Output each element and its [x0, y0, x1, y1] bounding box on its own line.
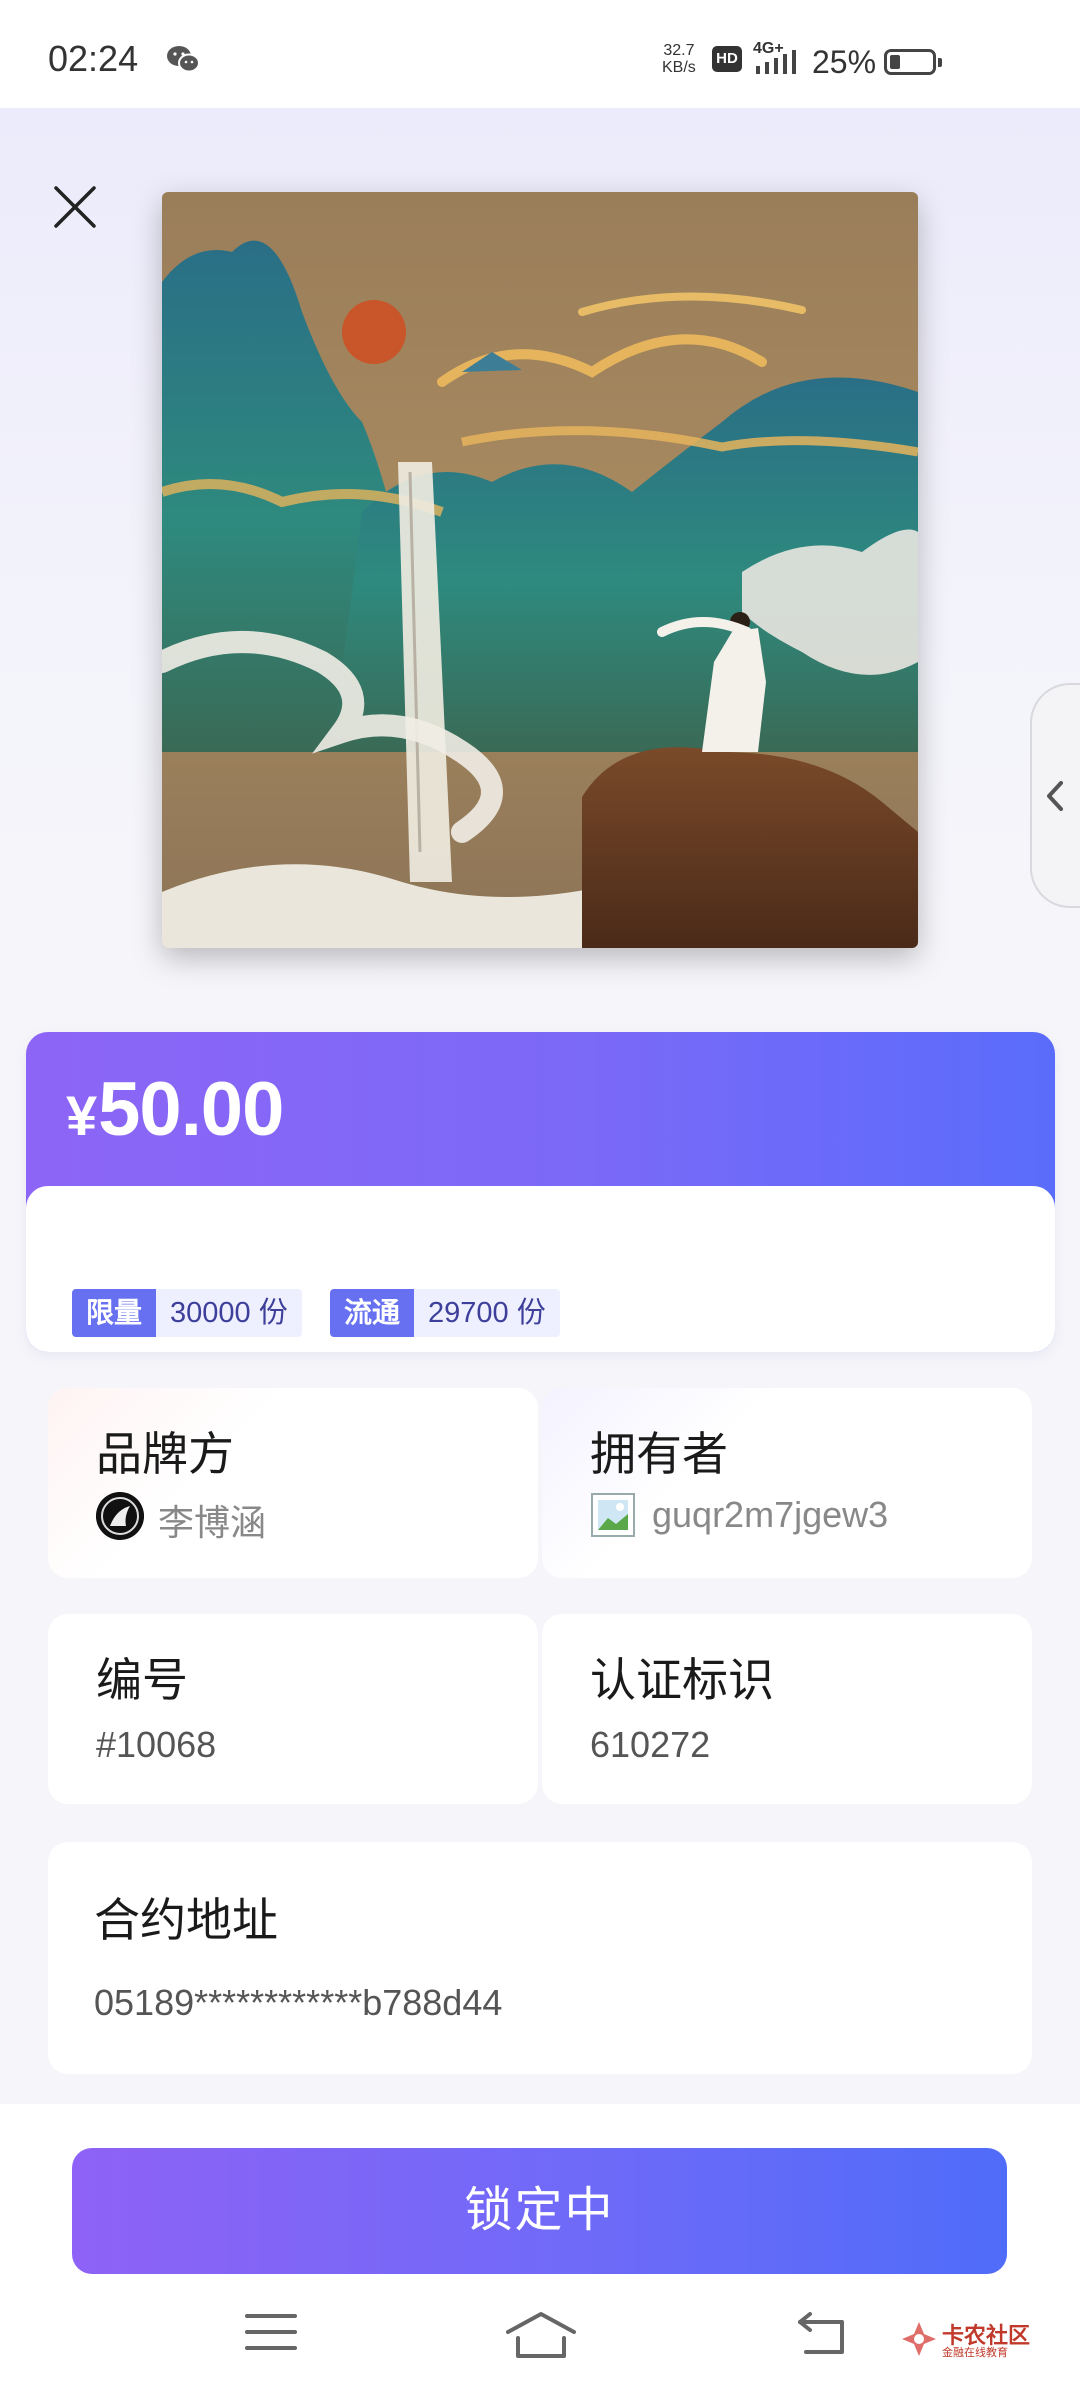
status-time: 02:24 [48, 38, 139, 79]
contract-address[interactable]: 05189************b788d44 [94, 1982, 502, 2024]
brand-avatar [96, 1492, 144, 1540]
artwork-image[interactable] [162, 192, 918, 948]
locked-button[interactable]: 锁定中 [72, 2148, 1007, 2274]
price-amount: 50.00 [98, 1067, 284, 1152]
network-speed-value: 32.7 [663, 42, 695, 59]
circulation-value: 29700 份 [414, 1289, 560, 1337]
limit-value: 30000 份 [156, 1289, 302, 1337]
brand-title: 品牌方 [96, 1428, 234, 1480]
battery-icon [884, 49, 942, 75]
menu-icon[interactable] [244, 2310, 298, 2354]
signal-icon: 4G+ [753, 40, 805, 76]
owner-name: guqr2m7jgew3 [652, 1494, 889, 1535]
brand-name: 李博涵 [158, 1502, 267, 1543]
network-speed-unit: KB/s [662, 59, 696, 76]
brand-card[interactable]: 品牌方 李博涵 [48, 1388, 538, 1578]
close-icon[interactable] [50, 182, 100, 232]
owner-avatar-icon [591, 1493, 635, 1537]
network-speed: 32.7 KB/s [662, 42, 696, 76]
number-title: 编号 [96, 1654, 188, 1706]
status-bar: 02:24 32.7 KB/s HD 4G+ 25% [0, 0, 1080, 108]
watermark-logo: 卡农社区 金融在线教育 [900, 2318, 1030, 2362]
circulation-tag: 流通 29700 份 [330, 1289, 560, 1337]
cert-card: 认证标识 610272 [542, 1614, 1032, 1804]
contract-title: 合约地址 [94, 1894, 278, 1946]
number-value: #10068 [96, 1724, 217, 1765]
circulation-label: 流通 [330, 1289, 415, 1337]
owner-title: 拥有者 [590, 1428, 728, 1480]
wechat-icon [167, 46, 200, 73]
price-details: 限量 30000 份 流通 29700 份 [26, 1186, 1055, 1352]
side-drawer-handle[interactable] [1030, 683, 1080, 908]
limit-label: 限量 [72, 1289, 157, 1337]
price: ¥50.00 [66, 1066, 284, 1153]
contract-card: 合约地址 05189************b788d44 [48, 1842, 1032, 2074]
back-icon[interactable] [796, 2310, 852, 2358]
price-currency: ¥ [66, 1084, 97, 1147]
chevron-left-icon [1047, 781, 1063, 811]
kanong-logo-icon [902, 2322, 936, 2356]
home-icon[interactable] [504, 2310, 578, 2360]
owner-card[interactable]: 拥有者 guqr2m7jgew3 [542, 1388, 1032, 1578]
battery-percent: 25% [812, 44, 877, 80]
watermark-tagline: 金融在线教育 [942, 2347, 1008, 2359]
number-card: 编号 #10068 [48, 1614, 538, 1804]
price-card: ¥50.00 限量 30000 份 流通 29700 份 [26, 1032, 1055, 1352]
landscape-painting [162, 192, 918, 948]
cert-title: 认证标识 [590, 1654, 774, 1706]
limit-tag: 限量 30000 份 [72, 1289, 302, 1337]
hd-icon: HD [712, 46, 742, 72]
cert-value: 610272 [590, 1724, 711, 1765]
